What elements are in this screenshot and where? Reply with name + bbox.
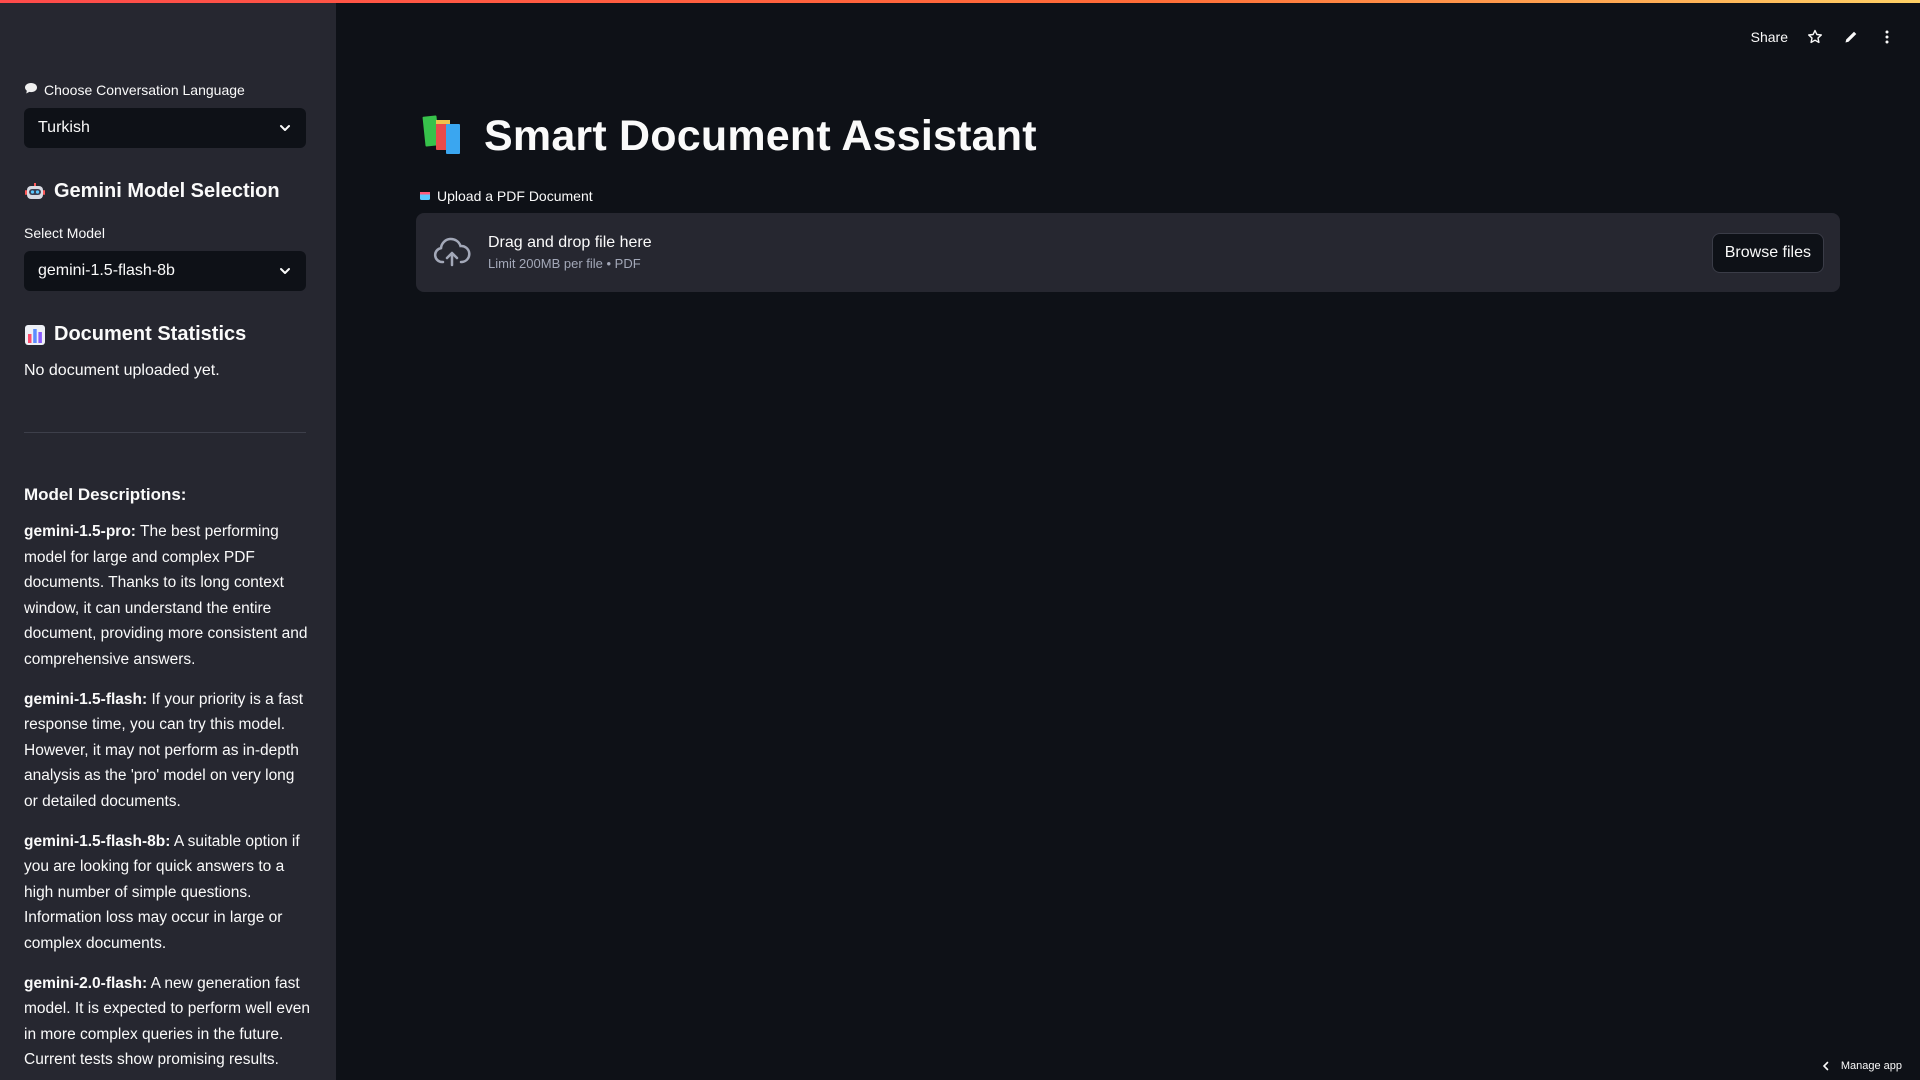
divider [24, 432, 306, 433]
model-name: gemini-1.5-flash: [24, 690, 148, 708]
language-label: Choose Conversation Language [24, 82, 312, 98]
manage-app-label: Manage app [1840, 1060, 1902, 1072]
document-statistics-heading: Document Statistics [24, 323, 312, 346]
pencil-icon[interactable] [1842, 28, 1860, 46]
language-select-value: Turkish [38, 119, 90, 136]
books-icon [422, 112, 468, 161]
language-label-text: Choose Conversation Language [44, 82, 245, 98]
chevron-down-icon [280, 268, 290, 274]
model-description-text: A suitable option if you are looking for… [24, 832, 300, 952]
cloud-upload-icon [433, 237, 471, 266]
star-icon[interactable] [1806, 28, 1824, 46]
model-description-pro: gemini-1.5-pro: The best performing mode… [24, 519, 312, 673]
stats-text: No document uploaded yet. [24, 362, 220, 379]
model-selection-heading: Gemini Model Selection [24, 180, 312, 203]
model-description-flash: gemini-1.5-flash: If your priority is a … [24, 687, 312, 815]
page-title: Smart Document Assistant [422, 112, 1037, 161]
dropzone-instructions: Drag and drop file here [488, 234, 652, 251]
upload-label-text: Upload a PDF Document [437, 188, 593, 204]
chevron-left-icon [1822, 1061, 1829, 1071]
select-model-label: Select Model [24, 225, 105, 241]
document-statistics-heading-text: Document Statistics [54, 323, 247, 345]
upload-label: Upload a PDF Document [419, 188, 593, 204]
chevron-down-icon [280, 125, 290, 131]
robot-icon [24, 181, 46, 203]
model-description-flash-8b: gemini-1.5-flash-8b: A suitable option i… [24, 829, 312, 957]
dropzone-limit: Limit 200MB per file • PDF [488, 256, 641, 271]
file-dropzone[interactable]: Drag and drop file here Limit 200MB per … [416, 213, 1840, 292]
model-description-2-flash: gemini-2.0-flash: A new generation fast … [24, 971, 312, 1073]
model-description-text: If your priority is a fast response time… [24, 690, 304, 810]
language-select[interactable]: Turkish [24, 108, 306, 148]
model-select-value: gemini-1.5-flash-8b [38, 262, 175, 279]
header-actions: Share [1751, 22, 1896, 52]
top-accent-bar [0, 0, 1920, 3]
page-title-text: Smart Document Assistant [484, 112, 1037, 160]
model-name: gemini-2.0-flash: [24, 974, 148, 992]
share-button[interactable]: Share [1751, 29, 1788, 45]
more-vertical-icon[interactable] [1878, 28, 1896, 46]
model-selection-heading-text: Gemini Model Selection [54, 180, 280, 202]
package-icon [419, 188, 431, 204]
browse-files-button[interactable]: Browse files [1711, 232, 1824, 273]
model-name: gemini-1.5-pro: [24, 523, 136, 540]
dropzone-text: Drag and drop file here Limit 200MB per … [488, 234, 652, 271]
bar-chart-icon [24, 324, 46, 346]
model-name: gemini-1.5-flash-8b: [24, 832, 171, 850]
model-descriptions-title: Model Descriptions: [24, 485, 187, 504]
model-description-text: The best performing model for large and … [24, 523, 308, 668]
manage-app-button[interactable]: Manage app [1821, 1060, 1902, 1072]
sidebar: Choose Conversation Language Turkish Gem… [0, 0, 336, 1080]
speech-bubble-icon [24, 82, 38, 98]
model-select[interactable]: gemini-1.5-flash-8b [24, 251, 306, 291]
